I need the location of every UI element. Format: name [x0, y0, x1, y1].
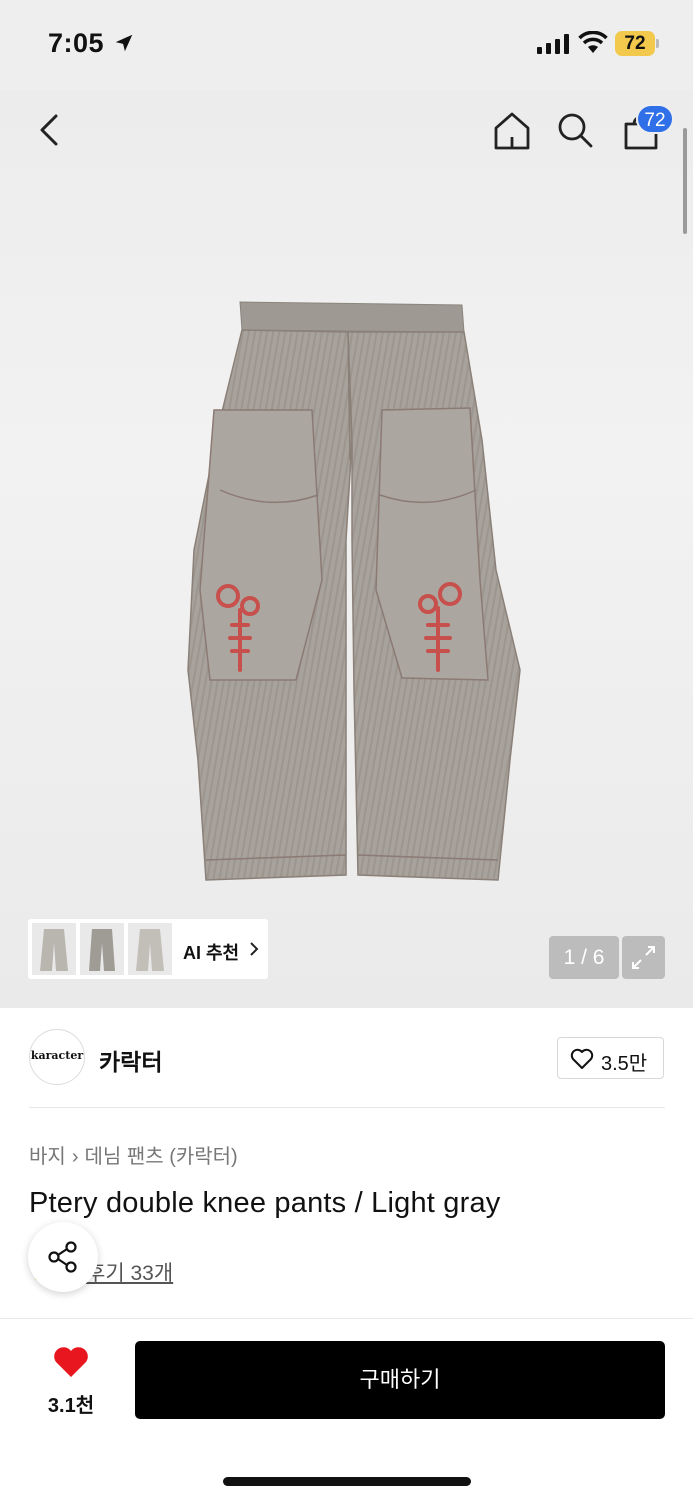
thumbnail-3[interactable] [128, 923, 172, 975]
brand-like-button[interactable]: 3.5만 [557, 1037, 664, 1079]
breadcrumb-item-category[interactable]: 바지 [29, 1146, 66, 1168]
product-image-gallery[interactable]: 72 AI 추천 1 / 6 [0, 90, 693, 1008]
location-arrow-icon [115, 34, 133, 52]
expand-icon [632, 946, 655, 969]
heart-filled-icon [54, 1347, 88, 1377]
share-icon [48, 1241, 77, 1273]
battery-level: 72 [624, 33, 646, 54]
scroll-indicator [683, 128, 687, 234]
ai-recommend-label: AI 추천 [183, 943, 240, 963]
expand-button[interactable] [622, 936, 665, 979]
ai-recommendation-strip[interactable]: AI 추천 [28, 919, 268, 979]
home-indicator[interactable] [223, 1477, 471, 1486]
chevron-right-icon [250, 942, 259, 956]
breadcrumb-item-subcategory[interactable]: 데님 팬츠 (카락터) [84, 1146, 237, 1168]
back-arrow-icon[interactable] [30, 110, 70, 150]
wifi-icon [578, 31, 608, 53]
brand-like-count: 3.5만 [601, 1053, 648, 1075]
brand-logo[interactable]: karacter [29, 1029, 85, 1085]
product-image [187, 301, 521, 881]
thumbnail-2[interactable] [80, 923, 124, 975]
search-icon[interactable] [555, 110, 595, 150]
review-count-link[interactable]: 후기 33개 [86, 1257, 173, 1287]
home-icon[interactable] [491, 110, 533, 152]
brand-name[interactable]: 카락터 [99, 1043, 162, 1077]
chevron-right-icon: › [71, 1146, 79, 1168]
wishlist-count: 3.1천 [47, 1395, 95, 1417]
image-counter: 1 / 6 [549, 936, 619, 979]
heart-outline-icon [570, 1048, 594, 1069]
breadcrumb: 바지 › 데님 팬츠 (카락터) [29, 1140, 238, 1169]
cart-count-badge: 72 [636, 104, 674, 134]
battery-indicator: 72 [615, 31, 659, 56]
bottom-action-bar: 3.1천 구매하기 [0, 1318, 693, 1500]
product-title: Ptery double knee pants / Light gray [29, 1187, 501, 1219]
status-time: 7:05 [48, 28, 105, 58]
share-button[interactable] [28, 1222, 98, 1292]
wishlist-button[interactable]: 3.1천 [40, 1343, 102, 1417]
divider [29, 1107, 665, 1108]
status-bar: 7:05 72 [0, 0, 693, 90]
cellular-signal-icon [537, 34, 569, 54]
brand-logo-text: karacter [30, 1049, 84, 1062]
buy-button[interactable]: 구매하기 [135, 1341, 665, 1419]
thumbnail-1[interactable] [32, 923, 76, 975]
